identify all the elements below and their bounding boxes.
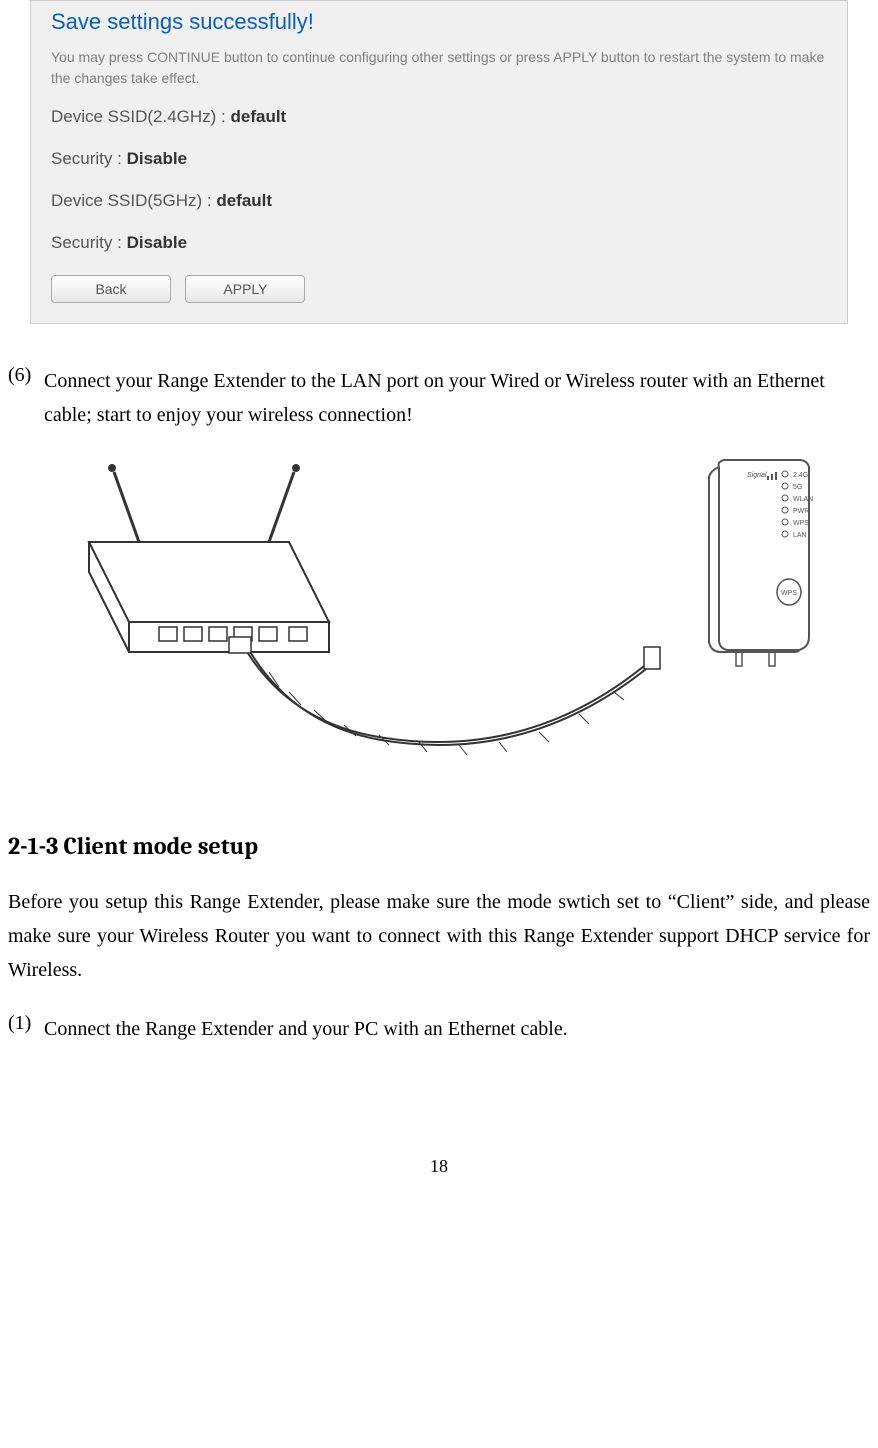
setting-label: Device SSID(2.4GHz) : [51,107,231,126]
setting-value: default [216,191,272,210]
svg-text:WPS: WPS [793,520,809,527]
setting-row-ssid-5: Device SSID(5GHz) : default [51,191,827,211]
svg-text:LAN: LAN [793,532,807,539]
range-extender-icon: 2.4G 5G WLAN PWR WPS LAN Signal WPS [709,460,813,666]
list-content: Connect the Range Extender and your PC w… [44,1012,870,1046]
step-1: (1) Connect the Range Extender and your … [0,1012,878,1046]
setting-label: Device SSID(5GHz) : [51,191,216,210]
setting-value: Disable [127,233,187,252]
back-button[interactable]: Back [51,275,171,303]
setting-label: Security : [51,233,127,252]
apply-button[interactable]: APPLY [185,275,305,303]
svg-text:5G: 5G [793,484,802,491]
setting-label: Security : [51,149,127,168]
setting-value: default [231,107,287,126]
connection-diagram: 2.4G 5G WLAN PWR WPS LAN Signal WPS [29,442,849,802]
setting-row-ssid-24: Device SSID(2.4GHz) : default [51,107,827,127]
step-6: (6) Connect your Range Extender to the L… [0,364,878,432]
panel-title: Save settings successfully! [51,9,827,35]
section-heading: 2-1-3 Client mode setup [0,832,878,860]
svg-text:2.4G: 2.4G [793,472,808,479]
settings-panel: Save settings successfully! You may pres… [30,0,848,324]
list-marker: (6) [8,364,44,432]
svg-text:WPS: WPS [781,590,797,597]
setting-row-security-5: Security : Disable [51,233,827,253]
list-content: Connect your Range Extender to the LAN p… [44,364,870,432]
svg-text:Signal: Signal [747,472,767,479]
panel-subtitle: You may press CONTINUE button to continu… [51,47,827,89]
svg-text:PWR: PWR [793,508,809,515]
router-icon [89,464,329,652]
page-number: 18 [0,1156,878,1177]
intro-paragraph: Before you setup this Range Extender, pl… [0,885,878,987]
svg-text:WLAN: WLAN [793,496,813,503]
ethernet-cable-icon [229,637,660,755]
button-row: Back APPLY [51,275,827,303]
list-marker: (1) [8,1012,44,1046]
setting-value: Disable [127,149,187,168]
setting-row-security-24: Security : Disable [51,149,827,169]
